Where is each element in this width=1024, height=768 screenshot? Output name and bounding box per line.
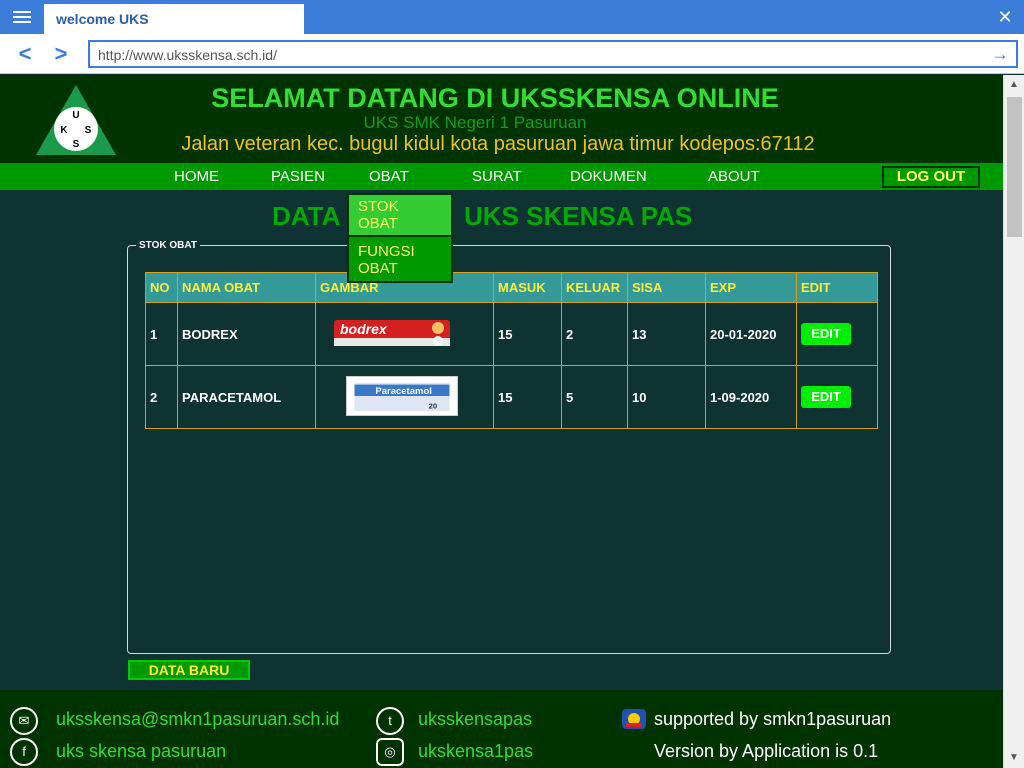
obat-dropdown: STOK OBAT FUNGSI OBAT — [347, 193, 453, 283]
cell-edit: EDIT — [796, 365, 878, 429]
go-arrow-icon[interactable]: → — [990, 44, 1010, 64]
cell-exp: 20-01-2020 — [705, 302, 797, 366]
table-row: 2 PARACETAMOL Paracetamol 20 15 5 10 1-0… — [145, 365, 878, 429]
browser-tab[interactable]: welcome UKS — [44, 4, 304, 34]
browser-tabbar: welcome UKS ✕ — [0, 0, 1024, 34]
menu-obat[interactable]: OBAT — [369, 168, 409, 185]
bodrex-label: bodrex — [340, 321, 388, 337]
menu-surat[interactable]: SURAT — [472, 168, 522, 185]
cell-masuk: 15 — [493, 365, 562, 429]
cell-gambar: Paracetamol 20 — [315, 365, 494, 429]
scrollbar[interactable]: ▲ ▼ — [1003, 75, 1024, 768]
menu-dokumen[interactable]: DOKUMEN — [570, 168, 647, 185]
cell-no: 1 — [145, 302, 178, 366]
edit-button[interactable]: EDIT — [801, 323, 851, 345]
cell-keluar: 2 — [561, 302, 628, 366]
footer-supported: supported by smkn1pasuruan — [654, 709, 892, 729]
back-arrow-icon[interactable]: < — [12, 40, 38, 68]
paracetamol-count: 20 — [429, 401, 437, 410]
facebook-icon[interactable]: f — [10, 738, 38, 766]
page-title-left: DATA — [272, 201, 341, 231]
fieldset-legend: STOK OBAT — [136, 240, 200, 251]
instagram-icon[interactable]: ◎ — [376, 738, 404, 766]
page-viewport: U K S S SELAMAT DATANG DI UKSSKENSA ONLI… — [0, 75, 1003, 768]
paracetamol-image: Paracetamol 20 — [346, 375, 458, 416]
school-emblem-icon — [622, 709, 646, 729]
data-baru-button[interactable]: DATA BARU — [128, 660, 250, 680]
forward-arrow-icon[interactable]: > — [48, 40, 74, 68]
cell-gambar: bodrex — [315, 302, 494, 366]
page-title-right: UKS SKENSA PAS — [464, 201, 693, 231]
menu-pasien[interactable]: PASIEN — [271, 168, 325, 185]
cell-no: 2 — [145, 365, 178, 429]
footer-instagram[interactable]: ukskensa1pas — [418, 741, 533, 762]
col-sisa: SISA — [627, 272, 706, 303]
scroll-thumb[interactable] — [1007, 97, 1022, 237]
paracetamol-label: Paracetamol — [375, 386, 432, 397]
main-menu: HOME PASIEN OBAT SURAT DOKUMEN ABOUT LOG… — [0, 163, 1003, 190]
browser-menu-button[interactable] — [0, 0, 44, 34]
email-icon[interactable]: ✉ — [10, 707, 38, 735]
col-masuk: MASUK — [493, 272, 562, 303]
cell-nama: PARACETAMOL — [177, 365, 316, 429]
cell-nama: BODREX — [177, 302, 316, 366]
close-icon[interactable]: ✕ — [994, 6, 1016, 28]
edit-button[interactable]: EDIT — [801, 386, 851, 408]
footer-version: Version by Application is 0.1 — [654, 741, 879, 761]
col-keluar: KELUAR — [561, 272, 628, 303]
col-edit: EDIT — [796, 272, 878, 303]
dropdown-item-fungsi-obat[interactable]: FUNGSI OBAT — [349, 237, 451, 281]
footer-email[interactable]: uksskensa@smkn1pasuruan.sch.id — [56, 709, 339, 730]
address-bar[interactable]: http://www.uksskensa.sch.id/ → — [88, 40, 1018, 68]
cell-keluar: 5 — [561, 365, 628, 429]
footer-twitter[interactable]: uksskensapas — [418, 709, 532, 730]
browser-navbar: < > http://www.uksskensa.sch.id/ → — [0, 34, 1024, 74]
table-row: 1 BODREX bodrex 15 2 13 20-01-2020 EDIT — [145, 302, 878, 366]
col-no: NO — [145, 272, 178, 303]
menu-home[interactable]: HOME — [174, 168, 219, 185]
cell-exp: 1-09-2020 — [705, 365, 797, 429]
scroll-down-arrow-icon[interactable]: ▼ — [1004, 748, 1024, 768]
col-nama-obat: NAMA OBAT — [177, 272, 316, 303]
bodrex-image: bodrex — [334, 319, 450, 346]
hamburger-icon — [13, 16, 31, 18]
menu-about[interactable]: ABOUT — [708, 168, 760, 185]
logout-button[interactable]: LOG OUT — [882, 166, 980, 188]
site-subtitle: UKS SMK Negeri 1 Pasuruan — [363, 113, 587, 132]
scroll-up-arrow-icon[interactable]: ▲ — [1004, 75, 1024, 95]
col-exp: EXP — [705, 272, 797, 303]
footer-facebook[interactable]: uks skensa pasuruan — [56, 741, 226, 762]
cell-edit: EDIT — [796, 302, 878, 366]
site-header: U K S S SELAMAT DATANG DI UKSSKENSA ONLI… — [0, 75, 1003, 163]
cell-masuk: 15 — [493, 302, 562, 366]
twitter-icon[interactable]: t — [376, 707, 404, 735]
site-address: Jalan veteran kec. bugul kidul kota pasu… — [181, 133, 815, 155]
stock-table: NO NAMA OBAT GAMBAR MASUK KELUAR SISA EX… — [145, 272, 878, 429]
url-text: http://www.uksskensa.sch.id/ — [98, 47, 277, 63]
site-title: SELAMAT DATANG DI UKSSKENSA ONLINE — [211, 83, 779, 113]
cell-sisa: 13 — [627, 302, 706, 366]
dropdown-item-stok-obat[interactable]: STOK OBAT — [349, 195, 451, 237]
cell-sisa: 10 — [627, 365, 706, 429]
tab-title: welcome UKS — [56, 11, 149, 27]
site-footer: ✉ uksskensa@smkn1pasuruan.sch.id f uks s… — [0, 690, 1003, 768]
table-header-row: NO NAMA OBAT GAMBAR MASUK KELUAR SISA EX… — [145, 272, 878, 303]
